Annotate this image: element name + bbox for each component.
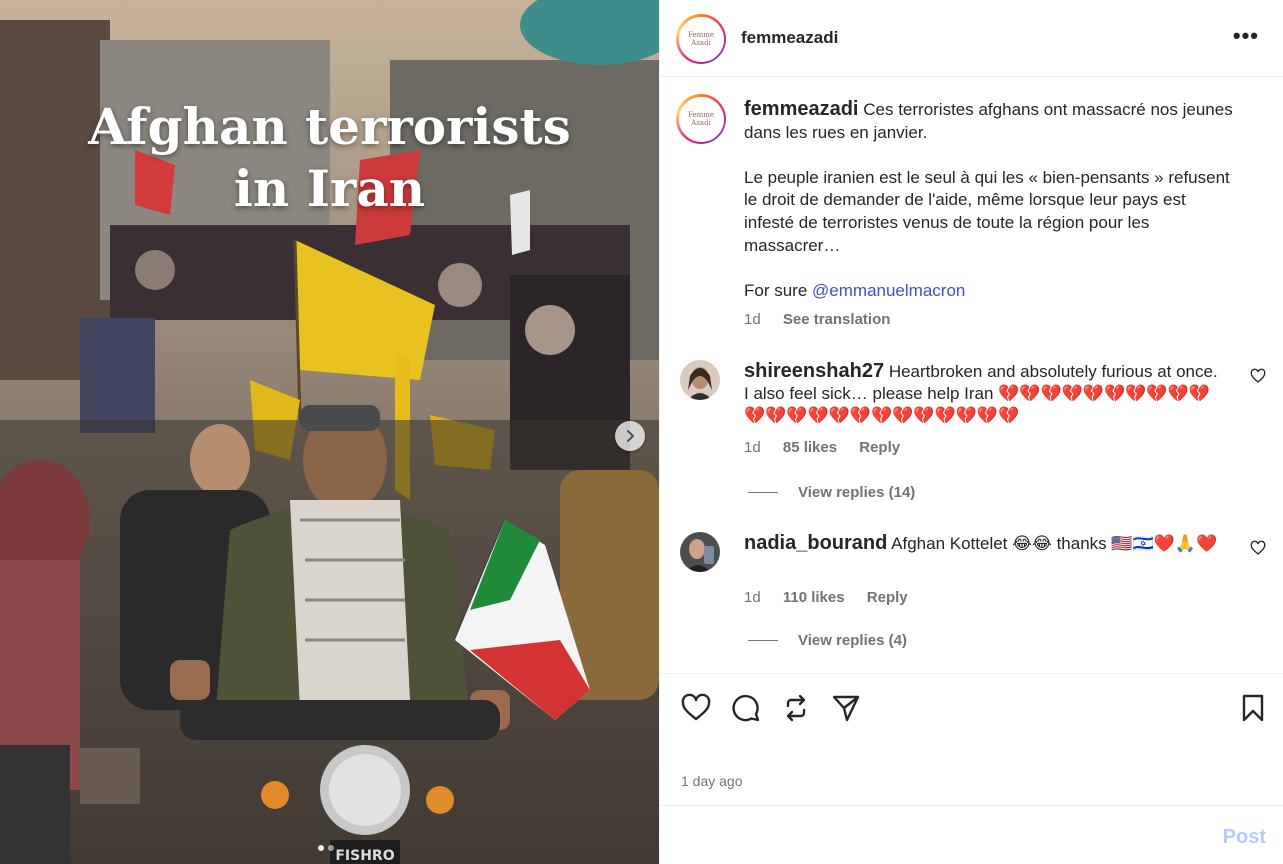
commenter-avatar[interactable] [680,360,720,400]
bike-plate: FISHRO [335,848,394,864]
comment-username[interactable]: shireenshah27 [744,360,884,382]
media-overlay-title: Afghan terrorists in Iran [0,96,659,220]
view-replies-label: View replies (14) [798,484,916,501]
post-comment-button[interactable]: Post [1223,826,1266,849]
caption-username[interactable]: femmeazadi [744,98,859,120]
author-username[interactable]: femmeazadi [741,28,838,48]
post-date: 1 day ago [681,773,743,789]
post-header: Femme Azadi femmeazadi ••• [660,0,1283,77]
comment-meta: 1d 85 likes Reply [744,439,900,456]
commenter-avatar-image [680,360,720,400]
view-replies-button[interactable]: View replies (14) [748,484,915,501]
see-translation-link[interactable]: See translation [783,311,891,328]
avatar-logo-text: Femme Azadi [678,16,724,62]
comment-reply-button[interactable]: Reply [859,439,900,456]
comment-timestamp: 1d [744,589,761,606]
carousel-dot [318,845,324,851]
comment-icon[interactable] [730,692,762,724]
overlay-title-line1: Afghan terrorists [88,97,571,156]
post-media[interactable]: FISHRO Afghan terrorists in Iran [0,0,659,864]
caption-author-avatar[interactable]: Femme Azadi [676,94,726,144]
share-icon[interactable] [780,692,812,724]
heart-icon[interactable] [680,692,712,724]
send-icon[interactable] [830,692,862,724]
view-replies-label: View replies (4) [798,632,907,649]
post-side-panel: Femme Azadi femmeazadi ••• Femme Azadi f… [659,0,1283,864]
post-actions-bar: 1 day ago [660,673,1283,805]
comment-likes[interactable]: 110 likes [783,589,845,606]
comment-body: nadia_bourand Afghan Kottelet 😂😂 thanks … [744,532,1224,555]
comment-like-icon[interactable] [1250,540,1266,556]
commenter-avatar-image [680,532,720,572]
comment-reply-button[interactable]: Reply [867,589,908,606]
comment-text: Afghan Kottelet 😂😂 thanks 🇺🇸🇮🇱❤️🙏❤️ [891,534,1218,553]
mention-link[interactable]: @emmanuelmacron [812,281,965,300]
caption-meta: 1d See translation [744,311,890,328]
comments-section[interactable]: Femme Azadi femmeazadi Ces terroristes a… [660,78,1283,672]
carousel-dot [328,845,334,851]
chevron-right-icon [627,430,635,442]
replies-divider [748,640,778,641]
view-replies-button[interactable]: View replies (4) [748,632,907,649]
more-options-icon[interactable]: ••• [1233,25,1259,47]
comment-likes[interactable]: 85 likes [783,439,837,456]
add-comment-bar: Post [660,805,1283,864]
caption-paragraph-2: Le peuple iranien est le seul à qui les … [744,167,1230,255]
caption-timestamp: 1d [744,311,761,328]
carousel-indicator [318,845,334,851]
bookmark-icon[interactable] [1237,692,1269,724]
replies-divider [748,492,778,493]
comment-meta: 1d 110 likes Reply [744,589,908,606]
caption-text: femmeazadi Ces terroristes afghans ont m… [744,98,1234,302]
comment-body: shireenshah27 Heartbroken and absolutely… [744,360,1224,427]
comment-timestamp: 1d [744,439,761,456]
overlay-title-line2: in Iran [233,159,426,218]
commenter-avatar[interactable] [680,532,720,572]
comment-input[interactable] [676,820,1196,850]
comment-username[interactable]: nadia_bourand [744,532,887,554]
comment-like-icon[interactable] [1250,368,1266,384]
carousel-next-button[interactable] [615,421,645,451]
caption-paragraph-3: For sure [744,280,813,300]
avatar-logo-text: Femme Azadi [678,96,724,142]
author-avatar[interactable]: Femme Azadi [676,14,726,64]
